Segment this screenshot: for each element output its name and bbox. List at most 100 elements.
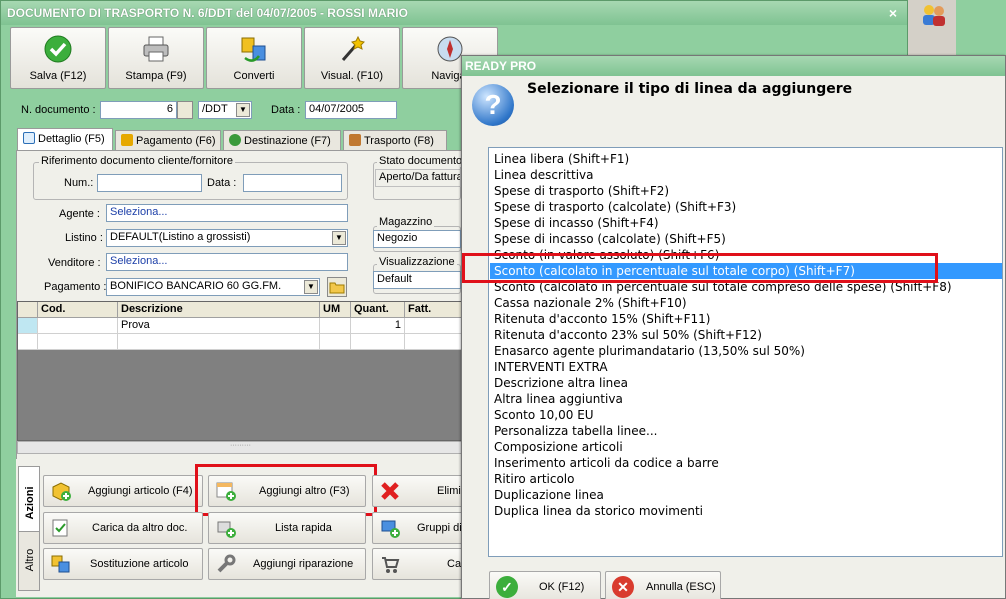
- save-label: Salva (F12): [29, 70, 87, 82]
- list-item[interactable]: Enasarco agente plurimandatario (13,50% …: [494, 343, 1000, 359]
- list-item[interactable]: Ritiro articolo: [494, 471, 1000, 487]
- lista-rapida-button[interactable]: Lista rapida: [208, 512, 366, 544]
- list-item[interactable]: Spese di incasso (Shift+F4): [494, 215, 1000, 231]
- list-item[interactable]: Ritenuta d'acconto 23% sul 50% (Shift+F1…: [494, 327, 1000, 343]
- preview-button[interactable]: Visual. (F10): [304, 27, 400, 89]
- agente-select[interactable]: Seleziona...: [106, 204, 348, 222]
- listino-select[interactable]: DEFAULT(Listino a grossisti): [106, 229, 348, 247]
- delete-icon: [381, 482, 399, 500]
- group-add-icon: [381, 520, 400, 538]
- tab-pagamento[interactable]: Pagamento (F6): [115, 130, 221, 150]
- list-item[interactable]: Inserimento articoli da codice a barre: [494, 455, 1000, 471]
- print-button[interactable]: Stampa (F9): [108, 27, 204, 89]
- stato-title: Stato documento: [377, 155, 465, 167]
- select-line-type-dialog: READY PRO ? Selezionare il tipo di linea…: [461, 55, 1006, 599]
- list-item[interactable]: Linea libera (Shift+F1): [494, 151, 1000, 167]
- list-item[interactable]: INTERVENTI EXTRA: [494, 359, 1000, 375]
- doc-number-spinner[interactable]: [177, 101, 193, 119]
- tab-dettaglio[interactable]: Dettaglio (F5): [17, 128, 113, 151]
- folder-button[interactable]: [327, 277, 347, 297]
- carica-button[interactable]: Carica da altro doc.: [43, 512, 203, 544]
- column-header-descrizione[interactable]: Descrizione: [118, 302, 320, 318]
- lista-rapida-label: Lista rapida: [275, 522, 332, 534]
- tab-altro-label: Altro: [24, 548, 36, 572]
- grid-cell-empty[interactable]: [320, 334, 351, 350]
- elimina-button[interactable]: Elimi: [372, 475, 468, 507]
- convert-button[interactable]: Converti: [206, 27, 302, 89]
- pagamento-select[interactable]: BONIFICO BANCARIO 60 GG.FM.: [106, 278, 320, 296]
- grid-cell-um[interactable]: [320, 318, 351, 334]
- sostituzione-button[interactable]: Sostituzione articolo: [43, 548, 203, 580]
- gruppi-label: Gruppi di: [417, 522, 462, 534]
- ca-button[interactable]: Ca: [372, 548, 468, 580]
- magic-wand-icon: [341, 35, 365, 61]
- column-header-fatt[interactable]: Fatt.: [405, 302, 463, 318]
- list-item[interactable]: Descrizione altra linea: [494, 375, 1000, 391]
- doc-number-input[interactable]: 6: [100, 101, 177, 119]
- list-item[interactable]: Spese di trasporto (calcolate) (Shift+F3…: [494, 199, 1000, 215]
- highlight-box-selected-item: [462, 253, 938, 283]
- list-item[interactable]: Personalizza tabella linee...: [494, 423, 1000, 439]
- list-item[interactable]: Spese di trasporto (Shift+F2): [494, 183, 1000, 199]
- cancel-button[interactable]: ✕ Annulla (ESC): [605, 571, 721, 599]
- list-item[interactable]: Ritenuta d'acconto 15% (Shift+F11): [494, 311, 1000, 327]
- chevron-down-icon[interactable]: ▼: [236, 103, 250, 117]
- chevron-down-icon[interactable]: ▼: [304, 280, 318, 294]
- users-button[interactable]: [916, 0, 952, 30]
- question-icon: ?: [472, 84, 514, 126]
- visualizzazione-select[interactable]: Default: [373, 271, 461, 289]
- tab-altro[interactable]: Altro: [18, 531, 40, 591]
- grid-cell-empty[interactable]: [351, 334, 405, 350]
- load-doc-icon: [52, 519, 68, 537]
- chevron-down-icon[interactable]: ▼: [332, 231, 346, 245]
- venditore-select[interactable]: Seleziona...: [106, 253, 348, 271]
- convert-icon: [241, 37, 266, 62]
- aggiungi-articolo-button[interactable]: Aggiungi articolo (F4): [43, 475, 203, 507]
- tab-trasporto-label: Trasporto (F8): [364, 135, 434, 147]
- lines-grid[interactable]: Cod. Descrizione UM Quant. Fatt. Prova 1: [17, 301, 464, 441]
- grid-cell-descrizione[interactable]: Prova: [118, 318, 320, 334]
- close-icon[interactable]: ×: [885, 5, 901, 21]
- grid-cell-quant[interactable]: 1: [351, 318, 405, 334]
- row-selector[interactable]: [18, 334, 38, 350]
- num-input[interactable]: [97, 174, 202, 192]
- tab-trasporto[interactable]: Trasporto (F8): [343, 130, 447, 150]
- ok-button[interactable]: ✓ OK (F12): [489, 571, 601, 599]
- doc-number-label: N. documento :: [21, 104, 96, 116]
- folder-icon: [329, 282, 345, 294]
- gruppi-button[interactable]: Gruppi di: [372, 512, 468, 544]
- grid-cell-empty[interactable]: [405, 334, 463, 350]
- ok-label: OK (F12): [539, 581, 585, 593]
- list-item[interactable]: Linea descrittiva: [494, 167, 1000, 183]
- convert-label: Converti: [233, 70, 275, 82]
- date-input[interactable]: 04/07/2005: [305, 101, 397, 119]
- line-type-list[interactable]: Linea libera (Shift+F1) Linea descrittiv…: [488, 147, 1003, 557]
- list-item[interactable]: Duplica linea da storico movimenti: [494, 503, 1000, 519]
- tab-destinazione[interactable]: Destinazione (F7): [223, 130, 341, 150]
- column-header-cod[interactable]: Cod.: [38, 302, 118, 318]
- carica-label: Carica da altro doc.: [92, 522, 188, 534]
- grid-cell-empty[interactable]: [118, 334, 320, 350]
- list-item[interactable]: Sconto 10,00 EU: [494, 407, 1000, 423]
- grid-cell-fatt[interactable]: [405, 318, 463, 334]
- aggiungi-riparazione-button[interactable]: Aggiungi riparazione: [208, 548, 366, 580]
- column-header-um[interactable]: UM: [320, 302, 351, 318]
- grid-cell-cod[interactable]: [38, 318, 118, 334]
- list-item[interactable]: Composizione articoli: [494, 439, 1000, 455]
- check-icon: [44, 35, 72, 63]
- list-item[interactable]: Spese di incasso (calcolate) (Shift+F5): [494, 231, 1000, 247]
- list-item[interactable]: Duplicazione linea: [494, 487, 1000, 503]
- payment-icon: [121, 134, 133, 146]
- list-item[interactable]: Altra linea aggiuntiva: [494, 391, 1000, 407]
- grid-splitter[interactable]: ·········: [17, 441, 464, 454]
- save-button[interactable]: Salva (F12): [10, 27, 106, 89]
- column-header-quant[interactable]: Quant.: [351, 302, 405, 318]
- ref-date-input[interactable]: [243, 174, 342, 192]
- grid-cell-empty[interactable]: [38, 334, 118, 350]
- cart-icon: [382, 557, 400, 573]
- tab-azioni-label: Azioni: [24, 486, 36, 520]
- magazzino-select[interactable]: Negozio: [373, 230, 461, 248]
- row-selector[interactable]: [18, 318, 38, 334]
- riferimento-title: Riferimento documento cliente/fornitore: [39, 155, 235, 167]
- list-item[interactable]: Cassa nazionale 2% (Shift+F10): [494, 295, 1000, 311]
